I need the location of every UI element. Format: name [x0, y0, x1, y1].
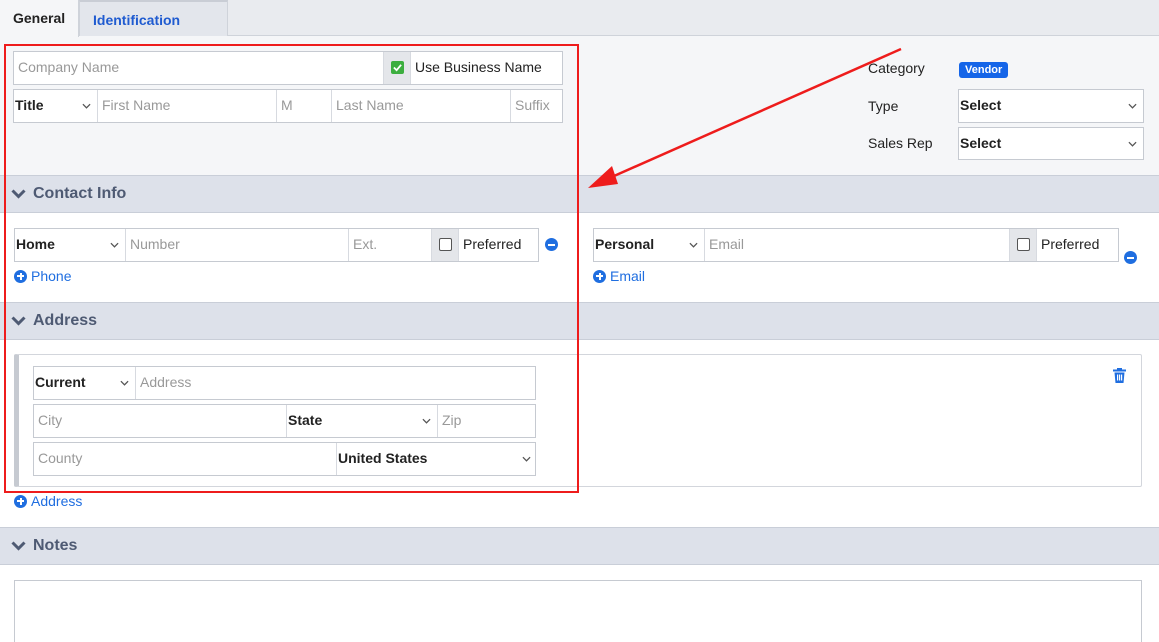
chevron-down-icon	[1128, 128, 1137, 159]
sales-rep-value: Select	[960, 135, 1002, 151]
remove-email-icon[interactable]	[1124, 251, 1137, 264]
email-preferred-label: Preferred	[1036, 229, 1120, 261]
add-address-label: Address	[31, 493, 83, 509]
trash-icon[interactable]	[1113, 368, 1126, 383]
category-value: Vendor	[959, 62, 1009, 78]
plus-circle-icon	[593, 269, 606, 283]
email-preferred-checkbox[interactable]	[1009, 229, 1036, 261]
category-badge: Vendor	[959, 60, 1009, 78]
notes-header[interactable]: Notes	[0, 527, 1159, 565]
email-type-value: Personal	[595, 236, 655, 252]
email-row: Personal Email Preferred	[593, 228, 1119, 262]
highlight-box	[4, 44, 579, 493]
type-select[interactable]: Select	[958, 89, 1144, 123]
chevron-down-icon	[11, 541, 26, 551]
sales-rep-select[interactable]: Select	[958, 127, 1144, 160]
type-value: Select	[960, 97, 1002, 113]
chevron-down-icon	[689, 229, 698, 261]
plus-circle-icon	[14, 494, 27, 508]
notes-textarea[interactable]	[14, 580, 1142, 642]
add-address-link[interactable]: Address	[14, 493, 82, 509]
chevron-down-icon	[1128, 90, 1137, 122]
tab-general[interactable]: General	[0, 0, 79, 37]
email-type-select[interactable]: Personal	[594, 229, 704, 261]
add-email-label: Email	[610, 268, 646, 284]
tab-identification-data[interactable]: Identification Data	[79, 0, 228, 65]
add-email-link[interactable]: Email	[593, 268, 645, 284]
email-input[interactable]: Email	[704, 229, 1009, 261]
notes-title: Notes	[33, 537, 78, 554]
checkbox-box	[1017, 238, 1030, 251]
annotation-arrow	[588, 47, 902, 188]
